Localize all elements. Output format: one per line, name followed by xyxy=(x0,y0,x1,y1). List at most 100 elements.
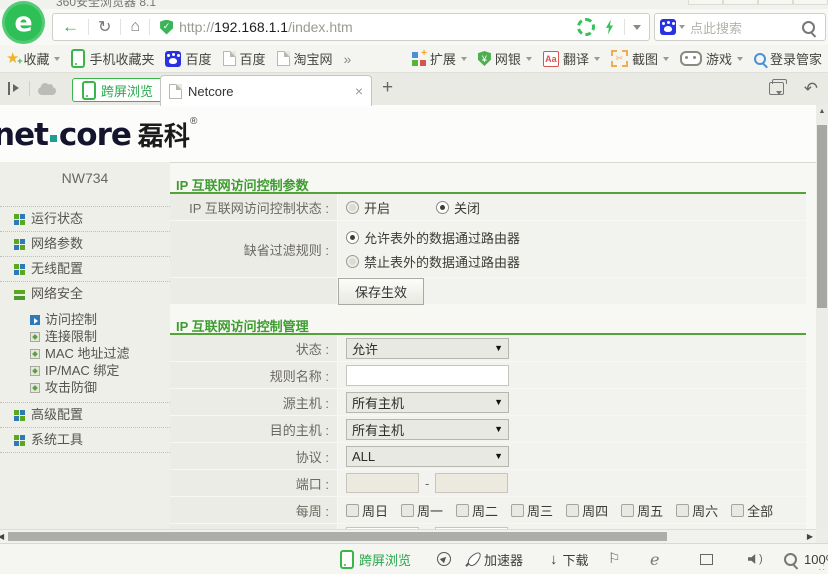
speaker-icon xyxy=(748,554,758,564)
address-bar[interactable]: ← ↻ ⌂ ✓ http://192.168.1.1/index.htm xyxy=(52,13,650,41)
save-button[interactable]: 保存生效 xyxy=(338,278,424,305)
tab-list-icon[interactable] xyxy=(769,82,784,95)
dest-host-select[interactable]: 所有主机▼ xyxy=(346,419,509,440)
radio-button[interactable] xyxy=(346,201,359,214)
search-input[interactable]: 点此搜索 xyxy=(690,18,802,37)
checkbox[interactable] xyxy=(566,504,579,517)
horizontal-scrollbar-thumb[interactable] xyxy=(8,532,667,541)
status-cross-screen-button[interactable]: 跨屏浏览 xyxy=(340,544,411,574)
status-bar: 跨屏浏览 加速器 ↓下载 ⚐ e ) 100% .: xyxy=(0,543,828,574)
status-accelerator-button[interactable]: 加速器 xyxy=(470,544,523,574)
weekday-tuesday[interactable]: 周二 xyxy=(456,501,498,520)
cloud-sync-icon[interactable] xyxy=(38,87,56,95)
title-bar: 360安全浏览器 8.1 xyxy=(0,0,828,9)
submenu-item-mac-filter[interactable]: MAC 地址过滤 xyxy=(30,345,170,362)
side-panel-toggle-icon[interactable] xyxy=(8,82,22,95)
checkbox[interactable] xyxy=(731,504,744,517)
weekday-all[interactable]: 全部 xyxy=(731,501,773,520)
bookmarks-overflow-button[interactable]: » xyxy=(344,51,350,67)
engine-chevron-icon[interactable] xyxy=(679,25,685,29)
checkbox[interactable] xyxy=(456,504,469,517)
translate-button[interactable]: Aa翻译 xyxy=(543,49,600,68)
reopen-closed-tab-icon[interactable]: ↶ xyxy=(804,79,818,99)
url-input[interactable]: http://192.168.1.1/index.htm xyxy=(179,19,577,35)
radio-option-allow[interactable]: 允许表外的数据通过路由器 xyxy=(346,228,520,247)
baidu-paw-icon[interactable] xyxy=(660,19,676,35)
weekday-saturday[interactable]: 周六 xyxy=(676,501,718,520)
url-dropdown-chevron-icon[interactable] xyxy=(633,25,641,30)
bookmark-baidu[interactable]: 百度 xyxy=(165,49,211,68)
favorites-button[interactable]: ★+收藏 xyxy=(6,49,60,68)
weekday-monday[interactable]: 周一 xyxy=(401,501,443,520)
menu-grid-icon xyxy=(14,239,25,250)
port-from-input[interactable] xyxy=(346,473,419,493)
resize-grip[interactable]: .: xyxy=(818,562,826,573)
radio-button-checked[interactable] xyxy=(436,201,449,214)
vertical-scrollbar-thumb[interactable] xyxy=(817,125,827,308)
radio-button-checked[interactable] xyxy=(346,231,359,244)
login-manager-button[interactable]: 登录管家 xyxy=(754,49,822,68)
cross-screen-browse-button[interactable]: 跨屏浏览 xyxy=(72,78,163,102)
form-row-weekdays: 每周 : 周日 周一 周二 周三 周四 周五 周六 全部 xyxy=(170,497,806,523)
speed-lightning-icon[interactable] xyxy=(604,20,615,35)
status-report-button[interactable]: ⚐ xyxy=(608,544,621,574)
search-icon[interactable] xyxy=(802,21,815,34)
scroll-left-arrow-icon[interactable]: ◀ xyxy=(0,532,4,541)
sidebar-item-running-status[interactable]: 运行状态 xyxy=(0,207,170,232)
submenu-item-ip-mac-binding[interactable]: IP/MAC 绑定 xyxy=(30,362,170,379)
radio-button[interactable] xyxy=(346,255,359,268)
submenu-item-access-control[interactable]: 访问控制 xyxy=(30,311,170,328)
bookmark-taobao[interactable]: 淘宝网 xyxy=(277,49,333,68)
checkbox[interactable] xyxy=(621,504,634,517)
sidebar-item-network-security[interactable]: 网络安全 xyxy=(0,282,170,306)
search-box[interactable]: 点此搜索 xyxy=(654,13,826,41)
protocol-select[interactable]: ALL▼ xyxy=(346,446,509,467)
back-button[interactable]: ← xyxy=(53,17,88,37)
status-select[interactable]: 允许▼ xyxy=(346,338,509,359)
screenshot-button[interactable]: ✂截图 xyxy=(611,49,669,68)
checkbox[interactable] xyxy=(401,504,414,517)
new-tab-button[interactable]: + xyxy=(382,77,393,99)
checkbox[interactable] xyxy=(676,504,689,517)
radio-option-enable[interactable]: 开启 xyxy=(346,198,390,217)
extensions-button[interactable]: 扩展 xyxy=(412,49,467,68)
sidebar-item-advanced-config[interactable]: 高级配置 xyxy=(0,403,170,428)
checkbox[interactable] xyxy=(346,504,359,517)
snapshot-icon[interactable] xyxy=(577,18,595,36)
browser-360-logo-icon[interactable]: e xyxy=(2,1,45,44)
home-button[interactable]: ⌂ xyxy=(121,18,149,36)
status-window-mode-button[interactable] xyxy=(700,544,713,574)
sidebar-item-system-tools[interactable]: 系统工具 xyxy=(0,428,170,453)
tab-netcore[interactable]: Netcore × xyxy=(160,75,372,106)
vertical-scrollbar[interactable]: ▲ ▼ xyxy=(816,105,828,543)
tab-close-icon[interactable]: × xyxy=(355,83,363,99)
port-to-input[interactable] xyxy=(435,473,508,493)
submenu-item-attack-defense[interactable]: 攻击防御 xyxy=(30,379,170,396)
weekday-thursday[interactable]: 周四 xyxy=(566,501,608,520)
scroll-up-arrow-icon[interactable]: ▲ xyxy=(816,108,828,115)
source-host-select[interactable]: 所有主机▼ xyxy=(346,392,509,413)
weekday-friday[interactable]: 周五 xyxy=(621,501,663,520)
status-compass-button[interactable] xyxy=(437,544,451,574)
weekday-sunday[interactable]: 周日 xyxy=(346,501,388,520)
radio-option-disable[interactable]: 关闭 xyxy=(436,198,480,217)
status-mute-button[interactable]: ) xyxy=(748,544,763,574)
checkbox[interactable] xyxy=(511,504,524,517)
site-safety-shield-icon[interactable]: ✓ xyxy=(160,20,173,35)
bookmark-mobile-favorites[interactable]: 手机收藏夹 xyxy=(71,49,154,68)
rule-name-input[interactable] xyxy=(346,365,509,386)
translate-icon: Aa xyxy=(543,51,559,67)
horizontal-scrollbar[interactable]: ◀ ▶ xyxy=(0,529,816,543)
weekday-wednesday[interactable]: 周三 xyxy=(511,501,553,520)
sidebar-item-wireless-config[interactable]: 无线配置 xyxy=(0,257,170,282)
status-ie-mode-button[interactable]: e xyxy=(650,544,659,574)
refresh-button[interactable]: ↻ xyxy=(89,17,120,37)
sidebar-item-network-params[interactable]: 网络参数 xyxy=(0,232,170,257)
status-download-button[interactable]: ↓下载 xyxy=(550,544,589,574)
games-button[interactable]: 游戏 xyxy=(680,49,743,68)
scroll-right-arrow-icon[interactable]: ▶ xyxy=(807,532,813,541)
radio-option-deny[interactable]: 禁止表外的数据通过路由器 xyxy=(346,252,520,271)
online-banking-button[interactable]: ¥网银 xyxy=(478,49,532,68)
submenu-item-connection-limit[interactable]: 连接限制 xyxy=(30,328,170,345)
bookmark-baidu-2[interactable]: 百度 xyxy=(223,49,266,68)
